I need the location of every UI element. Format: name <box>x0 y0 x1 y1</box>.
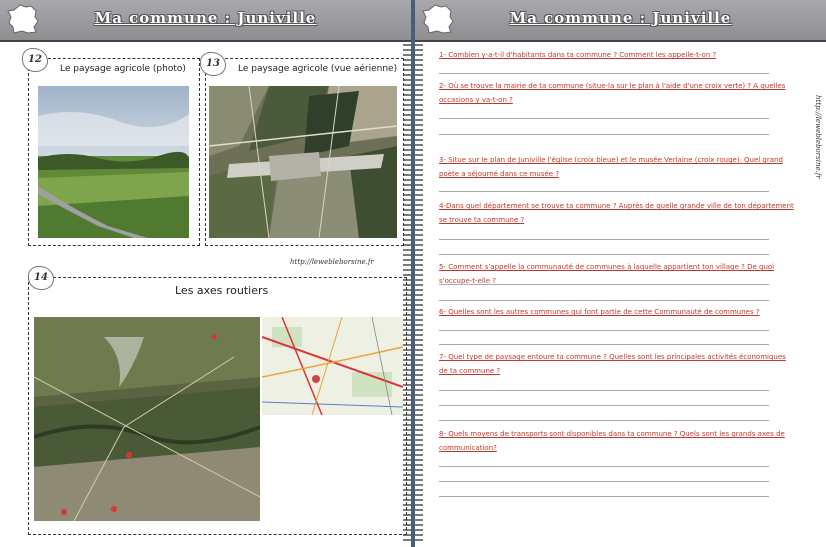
left-header: Ma commune : Juniville <box>0 0 411 42</box>
right-header: Ma commune : Juniville <box>415 0 826 42</box>
road-map <box>262 317 403 415</box>
section-caption: Le paysage agricole (photo) <box>60 64 186 74</box>
answer-line <box>439 300 769 301</box>
answer-line <box>439 191 769 192</box>
question: 2- Où se trouve la mairie de ta commune … <box>439 82 786 104</box>
answer-line <box>439 390 769 391</box>
page-title: Ma commune : Juniville <box>509 9 732 27</box>
answer-line <box>439 330 769 331</box>
right-page: Ma commune : Juniville http://leweblebor… <box>415 0 826 547</box>
answer-line <box>439 134 769 135</box>
question: 4-Dans quel département se trouve ta com… <box>439 202 794 224</box>
section-caption: Le paysage agricole (vue aérienne) <box>238 64 398 74</box>
page-title: Ma commune : Juniville <box>94 9 317 27</box>
answer-line <box>439 254 769 255</box>
answer-line <box>439 239 769 240</box>
aerial-photo <box>209 86 397 238</box>
answer-line <box>439 344 769 345</box>
question: 6- Quelles sont les autres communes qui … <box>439 308 760 316</box>
answer-line <box>439 466 769 467</box>
question: 1- Combien y-a-t-il d'habitants dans ta … <box>439 51 717 59</box>
farmland-photo <box>38 86 189 238</box>
answer-line <box>439 496 769 497</box>
source-url: http://lewebleborsine.fr <box>290 258 374 266</box>
question: 3- Situe sur le plan de Juniville l'égli… <box>439 156 783 178</box>
answer-line <box>439 420 769 421</box>
section-number: 14 <box>28 266 54 290</box>
question: 8- Quels moyens de transports sont dispo… <box>439 430 785 452</box>
answer-line <box>439 118 769 119</box>
satellite-map <box>34 317 260 521</box>
binding-spiral <box>415 44 423 544</box>
section-caption: Les axes routiers <box>175 284 269 297</box>
answer-line <box>439 405 769 406</box>
source-url-vertical: http://lewebleborsine.fr <box>814 95 822 179</box>
answer-line <box>439 481 769 482</box>
section-number: 13 <box>200 52 226 76</box>
left-page: Ma commune : Juniville 12 Le paysage agr… <box>0 0 411 547</box>
answer-line <box>439 73 769 74</box>
answer-line <box>439 284 769 285</box>
question: 7- Quel type de paysage entoure ta commu… <box>439 353 786 375</box>
section-number: 12 <box>22 48 48 72</box>
